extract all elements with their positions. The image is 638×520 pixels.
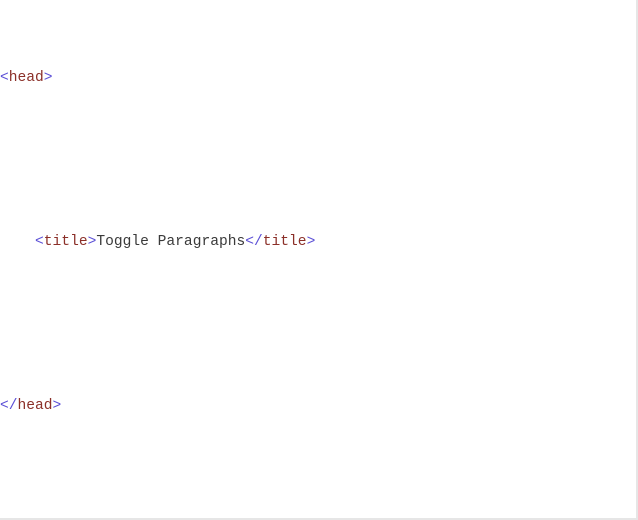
title-text: Toggle Paragraphs <box>96 233 246 250</box>
angle-bracket-close-icon: > <box>43 69 53 86</box>
tag-name-title: title <box>43 233 88 250</box>
angle-bracket-close-icon: > <box>52 397 62 414</box>
angle-bracket-close-icon: > <box>306 233 316 250</box>
angle-bracket-open-icon: < <box>35 233 44 250</box>
angle-bracket-open-icon: </ <box>0 397 18 414</box>
angle-bracket-open-icon: < <box>0 69 9 86</box>
tag-name-title-close: title <box>262 233 307 250</box>
tag-name-head: head <box>8 69 44 86</box>
code-line-title: <title>Toggle Paragraphs</title> <box>0 232 636 253</box>
code-line-head-open: <head> <box>0 68 636 89</box>
angle-bracket-open-icon: </ <box>245 233 263 250</box>
code-line-head-close: </head> <box>0 396 636 417</box>
source-code-viewport: <head> <title>Toggle Paragraphs</title> … <box>0 0 638 520</box>
code-listing: <head> <title>Toggle Paragraphs</title> … <box>0 0 636 518</box>
tag-name-head-close: head <box>17 397 53 414</box>
